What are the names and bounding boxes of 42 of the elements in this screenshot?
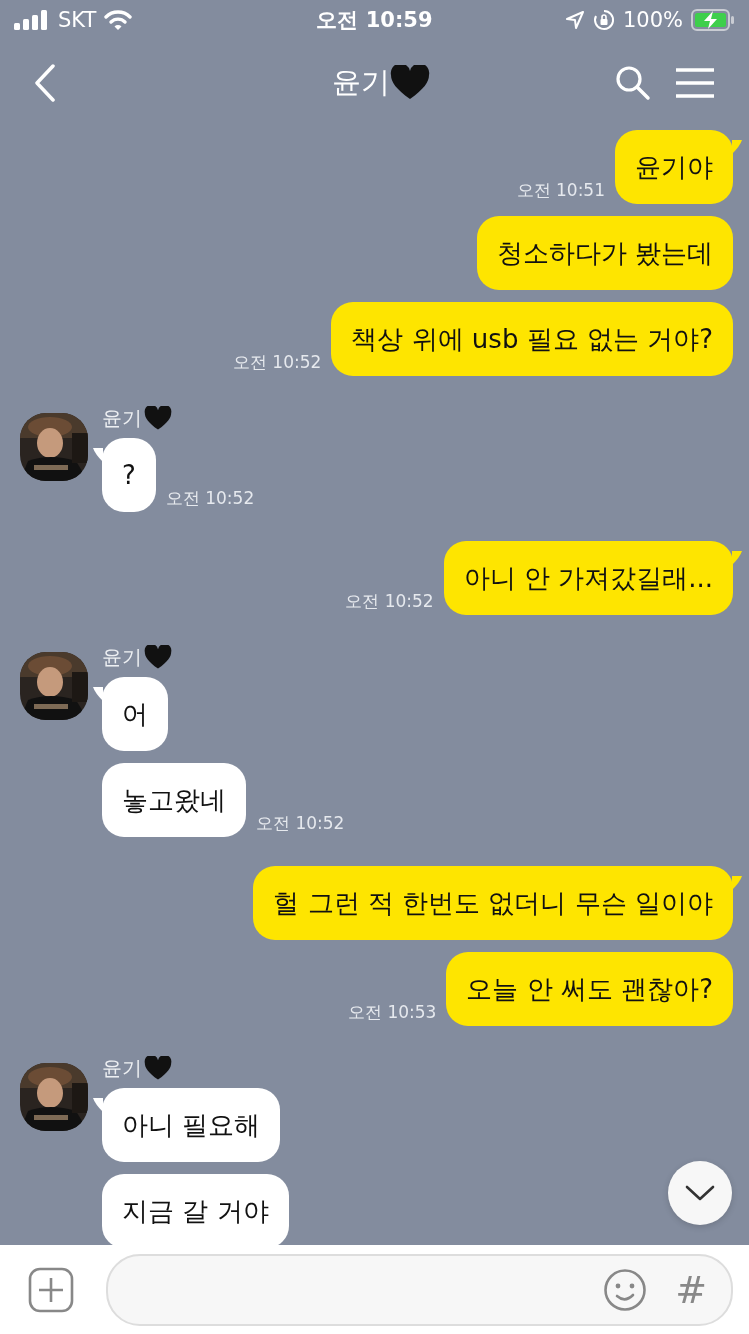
scroll-down-button[interactable] [668, 1161, 732, 1225]
message-bubble: 오늘 안 써도 괜찮아? [446, 952, 733, 1026]
message-time: 오전 10:52 [232, 351, 322, 374]
chat-title: 윤기 [331, 63, 390, 101]
heart-icon [389, 64, 430, 101]
message-bubble: 놓고왔네 [102, 763, 246, 837]
battery-charging-icon [691, 9, 735, 31]
battery-percent: 100% [622, 8, 683, 32]
message-time: 오전 10:51 [516, 179, 605, 202]
plus-icon[interactable] [28, 1266, 74, 1313]
bubble-tail-icon [732, 876, 742, 890]
bubble-tail-icon [93, 687, 103, 701]
clock-time: 오전 10:59 [316, 7, 433, 34]
location-arrow-icon [564, 10, 585, 30]
message-time: 오전 10:52 [165, 487, 255, 510]
bubble-tail-icon [93, 448, 103, 462]
heart-icon [144, 1056, 172, 1081]
message-time: 오전 10:52 [256, 812, 345, 835]
sender-name: 윤기 [102, 644, 142, 671]
message-bubble: 책상 위에 usb 필요 없는 거야? [331, 302, 733, 376]
sender-name: 윤기 [102, 405, 142, 432]
search-icon[interactable] [615, 64, 651, 101]
wifi-icon [104, 9, 133, 31]
message-time: 오전 10:53 [348, 1001, 437, 1024]
signal-icon [14, 10, 50, 30]
message-bubble: 청소하다가 봤는데 [476, 216, 733, 290]
sender-name: 윤기 [102, 1055, 142, 1082]
bubble-tail-icon [93, 1098, 103, 1112]
menu-icon[interactable] [675, 66, 715, 99]
back-icon[interactable] [34, 63, 56, 102]
heart-icon [144, 406, 172, 431]
chevron-down-icon [685, 1185, 715, 1201]
bubble-tail-icon [732, 140, 742, 154]
hashtag-button[interactable]: # [675, 1267, 707, 1312]
carrier-label: SKT [58, 8, 97, 32]
emoji-icon[interactable] [603, 1267, 648, 1312]
message-input-field[interactable]: # [106, 1253, 733, 1326]
message-time: 오전 10:52 [345, 590, 434, 613]
rotation-lock-icon [592, 9, 615, 31]
message-bubble: 지금 갈 거야 [102, 1174, 289, 1245]
bubble-tail-icon [732, 551, 742, 565]
heart-icon [144, 645, 172, 670]
